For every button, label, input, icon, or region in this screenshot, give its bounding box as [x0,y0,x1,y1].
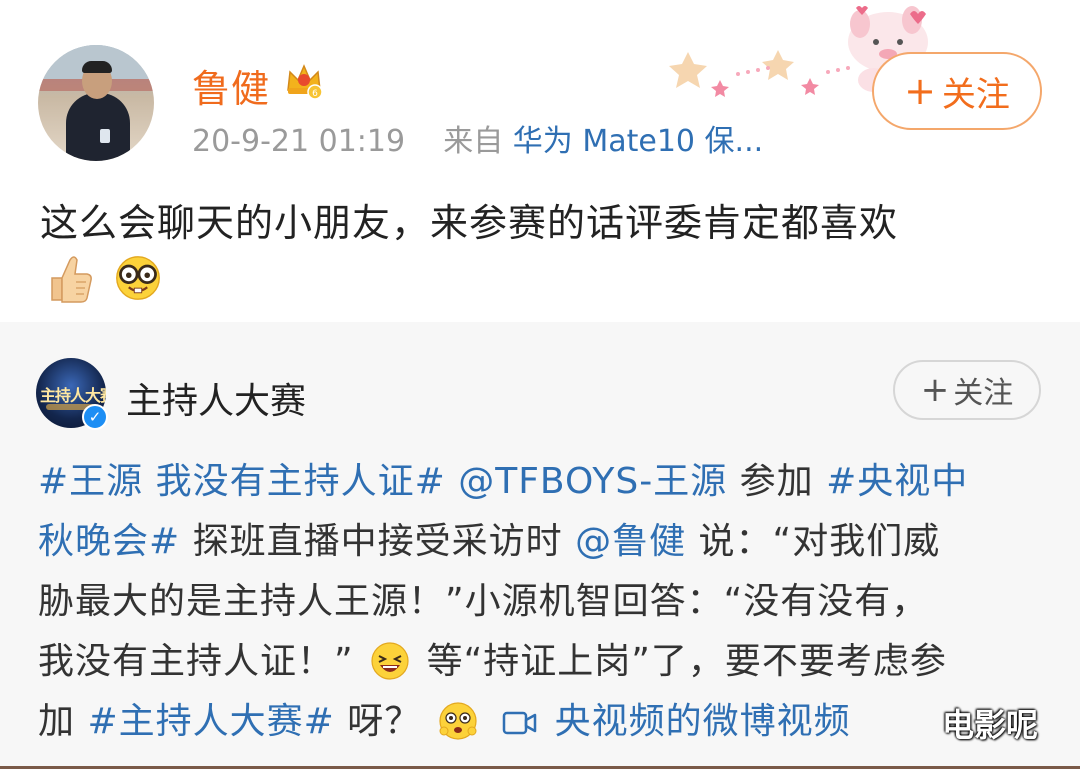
repost-text: #王源 我没有主持人证# @TFBOYS-王源 参加 #央视中 秋晚会# 探班直… [38,452,1038,752]
text-line: 秋晚会# 探班直播中接受采访时 @鲁健 说：“对我们威 [38,512,1038,572]
post-meta: 20-9-21 01:19 来自 华为 Mate10 保... [192,116,763,160]
text-line: 胁最大的是主持人王源！”小源机智回答：“没有没有， [38,572,1038,632]
vip-crown-icon: 6 [287,64,323,100]
follow-button[interactable]: + 关注 [872,52,1042,130]
plain-text: 我没有主持人证！” [38,641,354,682]
weibo-post: 鲁健 6 20-9-21 01:19 来自 华为 Mate10 保... + 关… [0,0,1080,322]
post-text: 这么会聊天的小朋友，来参赛的话评委肯定都喜欢 [40,201,899,245]
plain-text: 参加 [739,461,814,502]
plain-text: 胁最大的是主持人王源！”小源机智回答：“没有没有， [38,581,929,622]
hashtag-link[interactable]: #主持人大赛# [87,701,334,742]
plain-text: 加 [38,701,76,742]
thumbs-up-icon [51,256,92,303]
hashtag-link[interactable]: #央视中 [826,461,968,502]
hashtag-link[interactable]: 秋晚会# [38,521,180,562]
plain-text: 探班直播中接受采访时 [192,521,576,562]
laughing-face-icon [371,642,409,680]
watermark: 电影呢 [942,706,1039,744]
avatar-logo-text: 主持人大赛 [40,386,106,405]
plus-icon: + [920,370,950,410]
repost-account-name[interactable]: 主持人大赛 [126,372,306,424]
plain-text: 等“持证上岗”了，要不要考虑参 [426,641,947,682]
video-camera-icon [502,711,537,735]
mention-link[interactable]: @TFBOYS-王源 [458,461,727,502]
hashtag-link[interactable]: #王源 我没有主持人证# [38,461,446,502]
text-line: #王源 我没有主持人证# @TFBOYS-王源 参加 #央视中 [38,452,1038,512]
plain-text: 说：“对我们威 [698,521,941,562]
svg-text:6: 6 [312,89,318,99]
follow-label: 关注 [941,74,1010,115]
verified-badge-icon: ✓ [82,404,108,430]
user-avatar[interactable] [38,45,154,161]
follow-label: 关注 [953,376,1014,411]
username[interactable]: 鲁健 [192,58,270,113]
text-line: 我没有主持人证！” 等“持证上岗”了，要不要考虑参 [38,632,1038,692]
repost-follow-button[interactable]: + 关注 [893,360,1041,420]
nerd-face-icon [116,256,160,300]
text-line: 加 #主持人大赛# 呀？ 央视频的微博视频 [38,692,1038,752]
reposted-card[interactable]: 主持人大赛 ✓ 主持人大赛 + 关注 #王源 我没有主持人证# @TFBOYS-… [0,322,1080,769]
post-timestamp: 20-9-21 01:19 [192,124,406,159]
plain-text: 呀？ [347,701,422,742]
post-emoji-row [46,252,162,304]
source-device-link[interactable]: 华为 Mate10 保... [513,124,763,159]
video-link[interactable]: 央视频的微博视频 [555,701,851,742]
plus-icon: + [904,69,936,113]
source-prefix: 来自 [443,124,504,159]
astonished-face-icon [439,702,477,740]
mention-link[interactable]: @鲁健 [575,521,686,562]
